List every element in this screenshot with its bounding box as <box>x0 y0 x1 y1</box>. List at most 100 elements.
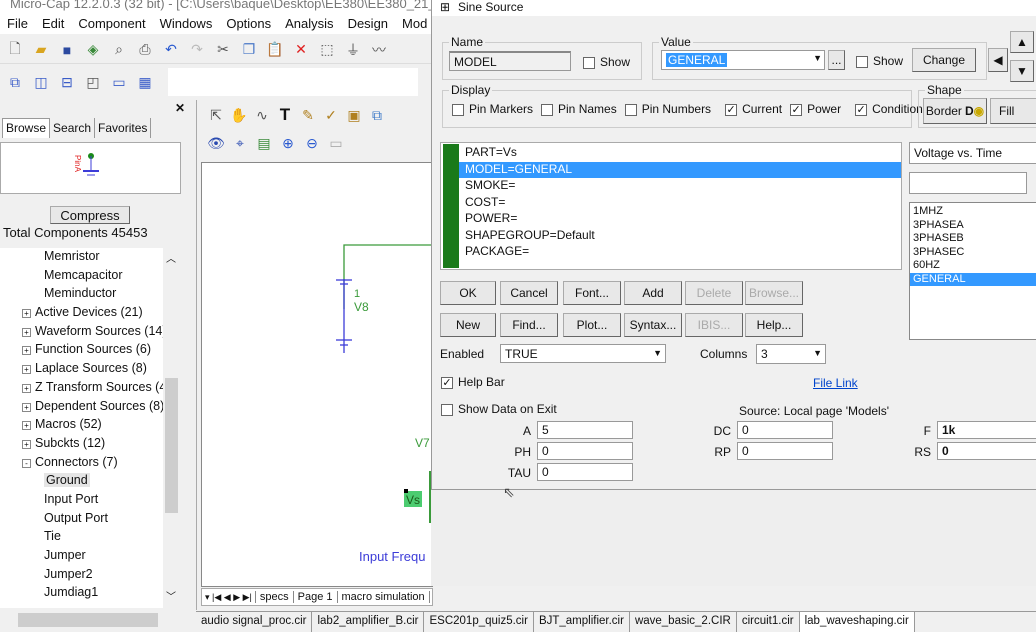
select-box-icon[interactable]: ⬚ <box>318 41 336 59</box>
close-panel-icon[interactable]: ✕ <box>175 101 185 115</box>
file-tab[interactable]: audio signal_proc.cir <box>196 612 313 632</box>
print-icon[interactable]: ⎙ <box>136 41 154 59</box>
expand-icon[interactable]: + <box>22 439 31 449</box>
bus-icon[interactable]: ▣ <box>345 106 363 124</box>
tile-vertical-icon[interactable]: ◫ <box>32 73 50 91</box>
help-bar-checkbox[interactable]: ✓ Help Bar <box>441 375 505 389</box>
print-preview-icon[interactable]: ⌕ <box>110 41 128 59</box>
page-tab[interactable]: Page 1 <box>292 591 337 603</box>
expand-icon[interactable]: + <box>22 346 31 356</box>
value-show-checkbox[interactable]: Show <box>856 54 903 68</box>
tree-item[interactable]: + Function Sources (6) <box>0 342 163 361</box>
file-tab[interactable]: lab2_amplifier_B.cir <box>312 612 425 632</box>
wire-icon[interactable]: ∿ <box>253 106 271 124</box>
check-icon[interactable]: ✓ <box>322 106 340 124</box>
model-search-field[interactable] <box>909 172 1027 194</box>
param-field-f[interactable]: 1k <box>937 421 1036 439</box>
expand-icon[interactable]: + <box>22 402 31 412</box>
menu-model[interactable]: Mod <box>402 16 427 31</box>
model-list[interactable]: 1MHZ 3PHASEA 3PHASEB 3PHASEC 60HZ GENERAL <box>909 202 1036 340</box>
attribute-row[interactable]: SHAPEGROUP=Default <box>459 228 901 245</box>
syntax-button[interactable]: Syntax... <box>624 313 682 337</box>
expand-icon[interactable]: + <box>22 365 31 375</box>
param-field-ph[interactable]: 0 <box>537 442 633 460</box>
tab-browse[interactable]: Browse <box>2 118 51 138</box>
cancel-button[interactable]: Cancel <box>500 281 558 305</box>
find-component-icon[interactable]: 👁 <box>207 134 225 152</box>
pan-hand-icon[interactable]: ✋ <box>230 106 248 124</box>
file-tab[interactable]: BJT_amplifier.cir <box>534 612 630 632</box>
scroll-thumb[interactable] <box>165 378 178 513</box>
page-tab[interactable]: pr1 <box>428 591 432 603</box>
cut-icon[interactable]: ✂ <box>214 41 232 59</box>
tree-item[interactable]: + Waveform Sources (14) <box>0 324 163 343</box>
tile-horizontal-icon[interactable]: ⊟ <box>58 73 76 91</box>
menu-options[interactable]: Options <box>226 16 271 31</box>
zoom-in-icon[interactable]: ⊕ <box>279 134 297 152</box>
shapes-icon[interactable]: ⧉ <box>368 106 386 124</box>
tree-item[interactable]: + Subckts (12) <box>0 436 163 455</box>
page-tab[interactable]: specs <box>254 591 293 603</box>
attribute-row[interactable]: MODEL=GENERAL <box>459 161 901 178</box>
border-button[interactable]: Border D◉ <box>923 98 987 124</box>
tab-favorites[interactable]: Favorites <box>95 118 152 138</box>
display-option-checkbox[interactable]: ✓ Current <box>725 102 782 116</box>
expand-icon[interactable]: + <box>22 309 31 319</box>
up-arrow-button[interactable]: ▲ <box>1010 31 1034 53</box>
clipboard-icon[interactable]: ▭ <box>327 134 345 152</box>
param-field-rp[interactable]: 0 <box>737 442 833 460</box>
name-show-checkbox[interactable]: Show <box>583 55 630 69</box>
fill-button[interactable]: Fill <box>990 98 1036 124</box>
text-tool-icon[interactable]: T <box>276 105 294 124</box>
model-item[interactable]: 3PHASEB <box>910 232 1036 246</box>
value-dropdown[interactable]: GENERAL ▼ <box>661 50 825 70</box>
expand-icon[interactable]: + <box>22 383 31 393</box>
delete-icon[interactable]: ✕ <box>292 41 310 59</box>
param-field-tau[interactable]: 0 <box>537 463 633 481</box>
tree-item[interactable]: Ground <box>0 473 163 492</box>
tree-item[interactable]: + Laplace Sources (8) <box>0 361 163 380</box>
select-arrow-icon[interactable]: ⇱ <box>207 106 225 124</box>
attribute-row[interactable]: POWER= <box>459 211 901 228</box>
horizontal-scrollbar[interactable] <box>0 610 187 631</box>
value-browse-button[interactable]: ... <box>828 50 845 70</box>
delete-button[interactable]: Delete <box>685 281 743 305</box>
file-tab[interactable]: ESC201p_quiz5.cir <box>424 612 534 632</box>
param-field-rs[interactable]: 0 <box>937 442 1036 460</box>
tree-item[interactable]: Jumper <box>0 548 163 567</box>
copy-icon[interactable]: ❐ <box>240 41 258 59</box>
expand-icon[interactable]: + <box>22 421 31 431</box>
save-all-icon[interactable]: ◈ <box>84 41 102 59</box>
display-option-checkbox[interactable]: ✓ Condition <box>855 102 923 116</box>
tree-item[interactable]: Jumdiag1 <box>0 585 163 604</box>
model-item[interactable]: 3PHASEA <box>910 219 1036 233</box>
collapse-icon[interactable]: - <box>22 458 31 468</box>
tree-item[interactable]: Output Port <box>0 511 163 530</box>
chevron-down-icon[interactable]: ▼ <box>813 348 822 358</box>
expand-icon[interactable]: + <box>22 327 31 337</box>
chevron-down-icon[interactable]: ▼ <box>653 348 662 358</box>
redo-icon[interactable]: ↷ <box>188 41 206 59</box>
tree-scrollbar[interactable]: ︿ ﹀ <box>163 248 180 608</box>
save-icon[interactable]: ■ <box>58 41 76 59</box>
model-item[interactable]: GENERAL <box>910 272 1036 286</box>
arrange-icon[interactable]: ◰ <box>84 73 102 91</box>
file-tab[interactable]: wave_basic_2.CIR <box>630 612 737 632</box>
help-button[interactable]: Help... <box>745 313 803 337</box>
page-tab[interactable]: macro simulation <box>336 591 429 603</box>
left-arrow-button[interactable]: ◀ <box>988 48 1008 72</box>
add-button[interactable]: Add <box>624 281 682 305</box>
menu-edit[interactable]: Edit <box>42 16 64 31</box>
scroll-down-icon[interactable]: ﹀ <box>166 588 176 603</box>
display-option-checkbox[interactable]: Pin Markers <box>452 102 533 116</box>
ground-tool-icon[interactable]: ⏚ <box>344 41 362 59</box>
font-button[interactable]: Font... <box>563 281 621 305</box>
tree-item[interactable]: Jumper2 <box>0 567 163 586</box>
plot-type-field[interactable]: Voltage vs. Time <box>909 142 1036 164</box>
change-button[interactable]: Change <box>912 48 976 72</box>
draw-line-icon[interactable]: ✎ <box>299 106 317 124</box>
info-icon[interactable]: ▤ <box>255 134 273 152</box>
schematic-canvas[interactable]: 1 V8 V7 Vs Input Frequ <box>201 162 434 587</box>
columns-dropdown[interactable]: 3 ▼ <box>756 344 826 364</box>
open-folder-icon[interactable]: ▰ <box>32 41 50 59</box>
